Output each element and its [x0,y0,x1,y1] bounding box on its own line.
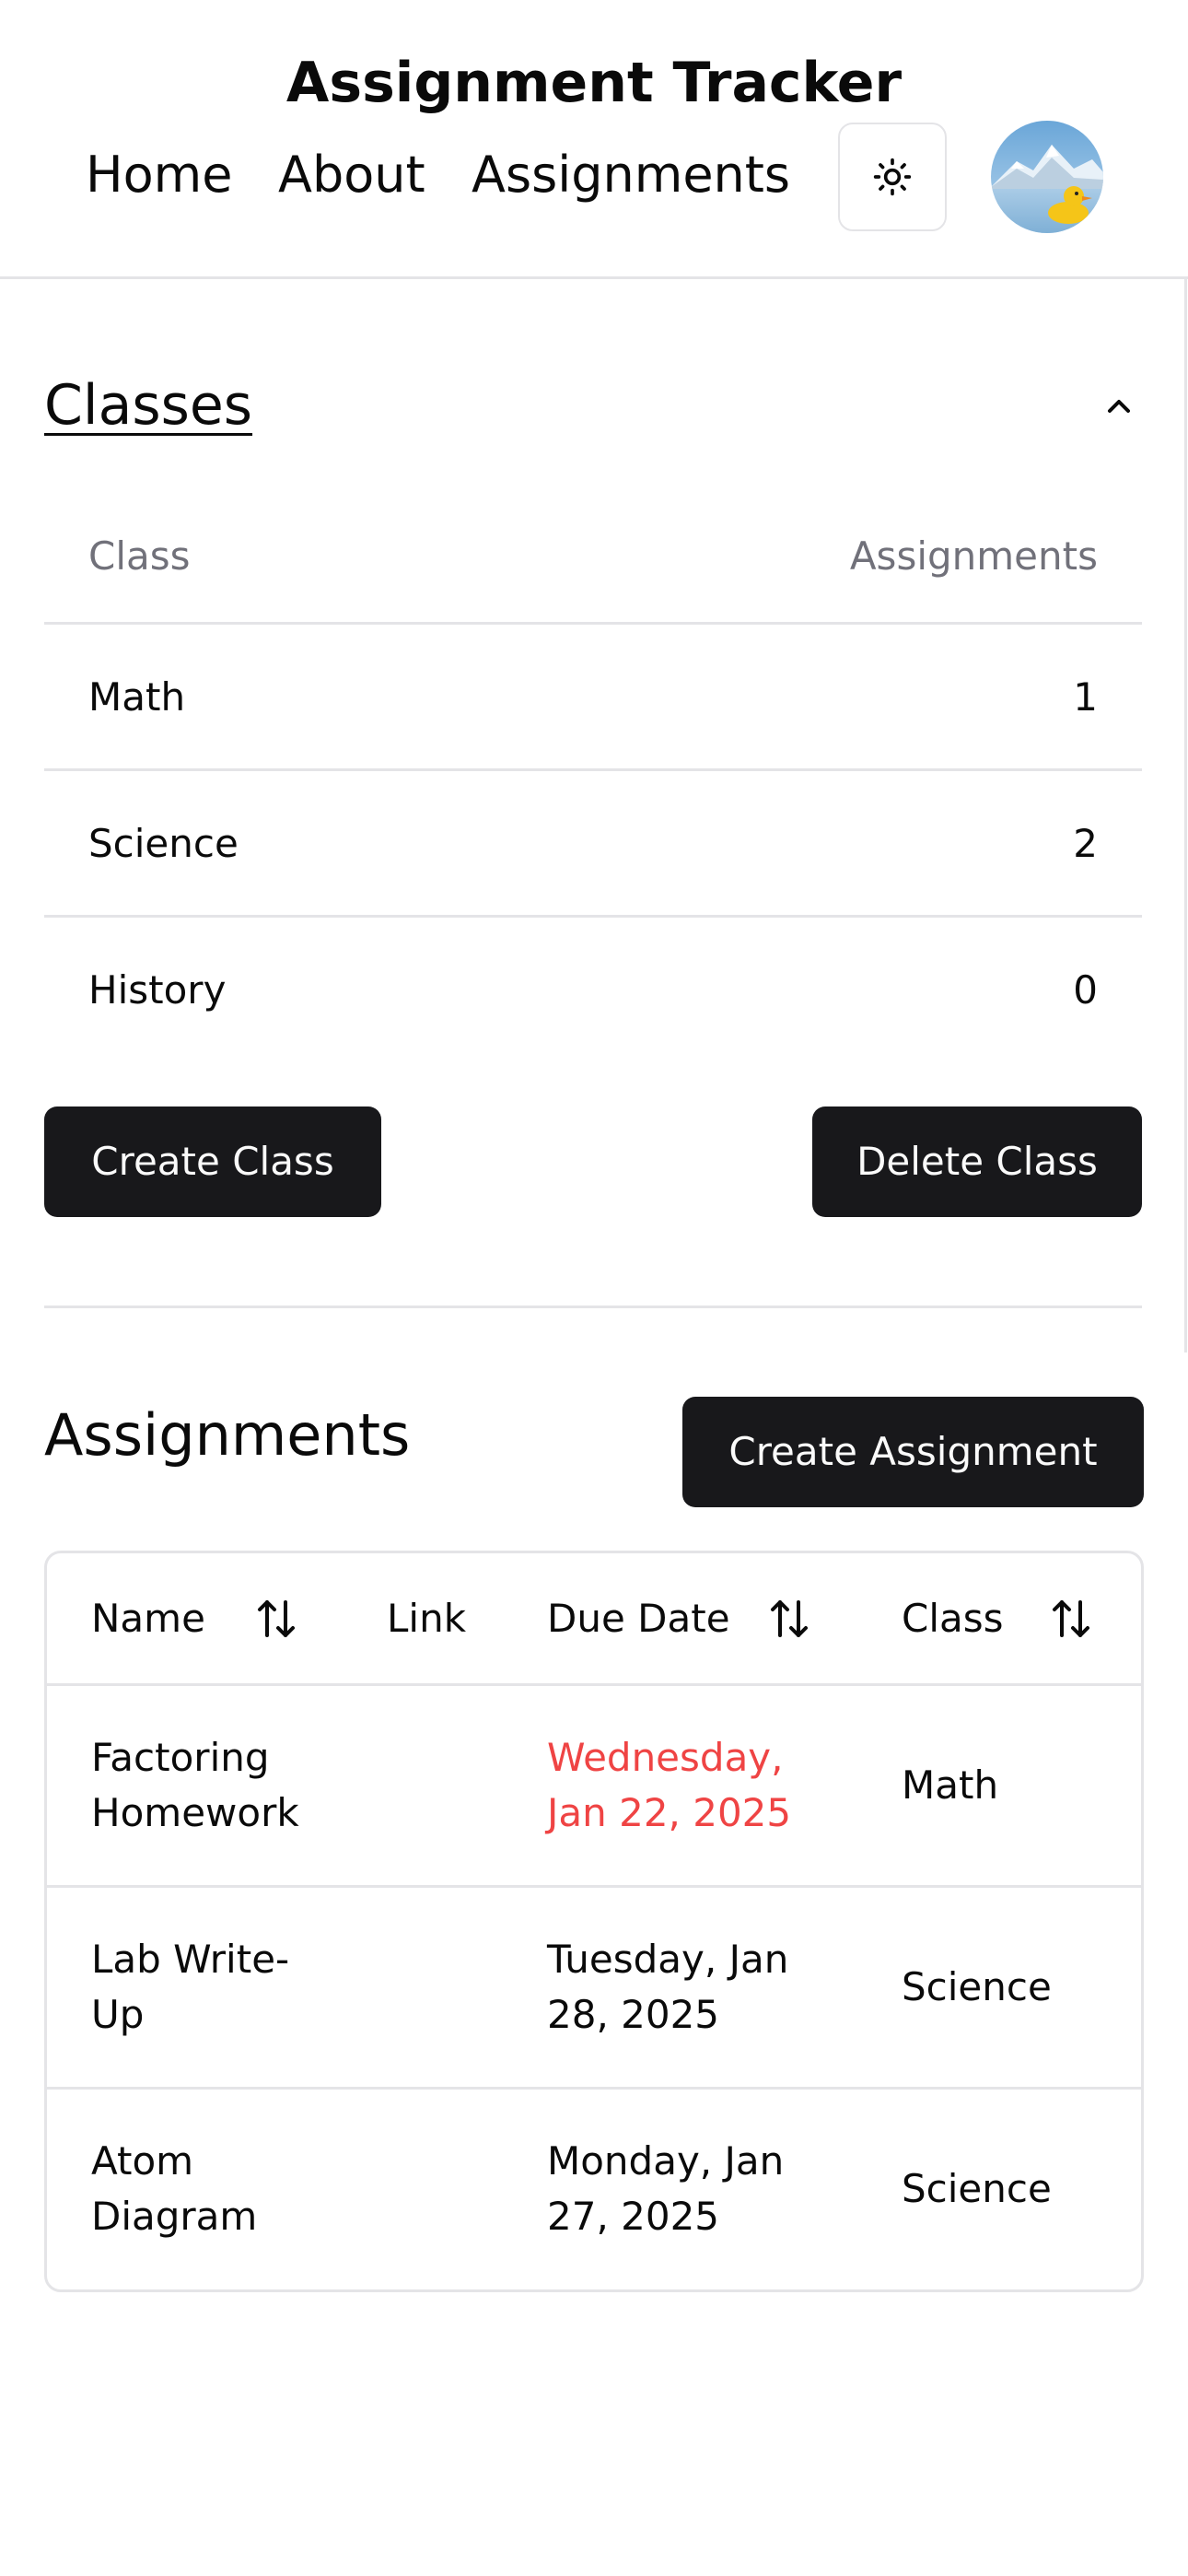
assignment-due-date-line: Wednesday, [547,1735,784,1780]
arrow-up-down-icon[interactable] [1049,1596,1093,1642]
assignment-class: Math [902,1762,999,1808]
classes-section-title[interactable]: Classes [44,370,252,440]
classes-table-header: Class Assignments [44,505,1142,625]
column-header-assignments: Assignments [849,533,1098,579]
create-class-button[interactable]: Create Class [44,1107,381,1217]
assignment-due-date-line: Jan 22, 2025 [547,1790,792,1835]
class-row[interactable]: Math 1 [44,625,1142,771]
classes-table: Class Assignments Math 1 Science 2 Histo… [44,505,1142,1064]
user-avatar[interactable] [991,121,1103,233]
column-header-name[interactable]: Name [91,1591,205,1646]
table-row[interactable]: Atom Diagram Monday, Jan 27, 2025 Scienc… [47,2090,1141,2289]
assignment-name-line: Atom [91,2138,194,2184]
page: Assignment Tracker Home About Assignment… [0,0,1188,2576]
assignment-due-date-line: 27, 2025 [547,2194,720,2239]
scrollbar[interactable] [1184,279,1187,1352]
assignment-due-date-line: 28, 2025 [547,1992,720,2037]
class-name: Math [88,674,186,720]
column-header-class[interactable]: Class [902,1591,1004,1646]
arrow-up-down-icon[interactable] [767,1596,811,1642]
assignments-section-title: Assignments [44,1401,411,1469]
assignment-name-line: Diagram [91,2194,258,2239]
nav-about-link[interactable]: About [278,140,425,210]
sun-icon [873,158,912,196]
class-assignment-count: 0 [1073,967,1098,1013]
column-header-link: Link [387,1596,467,1641]
column-header-due-date[interactable]: Due Date [547,1591,730,1646]
table-row[interactable]: Factoring Homework Wednesday, Jan 22, 20… [47,1686,1141,1888]
avatar-image [991,121,1103,233]
assignment-due-date-line: Tuesday, Jan [547,1937,789,1982]
assignment-class: Science [902,1964,1052,2009]
arrow-up-down-icon[interactable] [254,1596,298,1642]
assignment-name-line: Homework [91,1790,299,1835]
assignment-name-line: Factoring [91,1735,270,1780]
theme-toggle-button[interactable] [838,123,947,231]
assignment-name-line: Up [91,1992,145,2037]
top-header: Assignment Tracker Home About Assignment… [0,0,1188,279]
class-row[interactable]: Science 2 [44,771,1142,918]
classes-collapse-button[interactable] [1096,383,1142,429]
class-row[interactable]: History 0 [44,918,1142,1064]
assignment-class: Science [902,2166,1052,2211]
table-row[interactable]: Lab Write- Up Tuesday, Jan 28, 2025 Scie… [47,1888,1141,2090]
assignments-table-header: Name Link Due Date Class [47,1553,1141,1686]
column-header-class: Class [88,533,191,579]
class-assignment-count: 2 [1073,821,1098,866]
class-assignment-count: 1 [1073,674,1098,720]
class-name: History [88,967,227,1013]
section-divider [44,1306,1142,1308]
chevron-up-icon [1108,400,1130,413]
app-title: Assignment Tracker [285,51,903,115]
assignment-due-date-line: Monday, Jan [547,2138,785,2184]
nav-assignments-link[interactable]: Assignments [472,140,790,210]
delete-class-button[interactable]: Delete Class [812,1107,1142,1217]
nav-home-link[interactable]: Home [86,140,232,210]
assignments-table: Name Link Due Date Class Factoring Homew… [44,1551,1144,2292]
class-name: Science [88,821,239,866]
create-assignment-button[interactable]: Create Assignment [682,1397,1144,1507]
assignment-name-line: Lab Write- [91,1937,290,1982]
